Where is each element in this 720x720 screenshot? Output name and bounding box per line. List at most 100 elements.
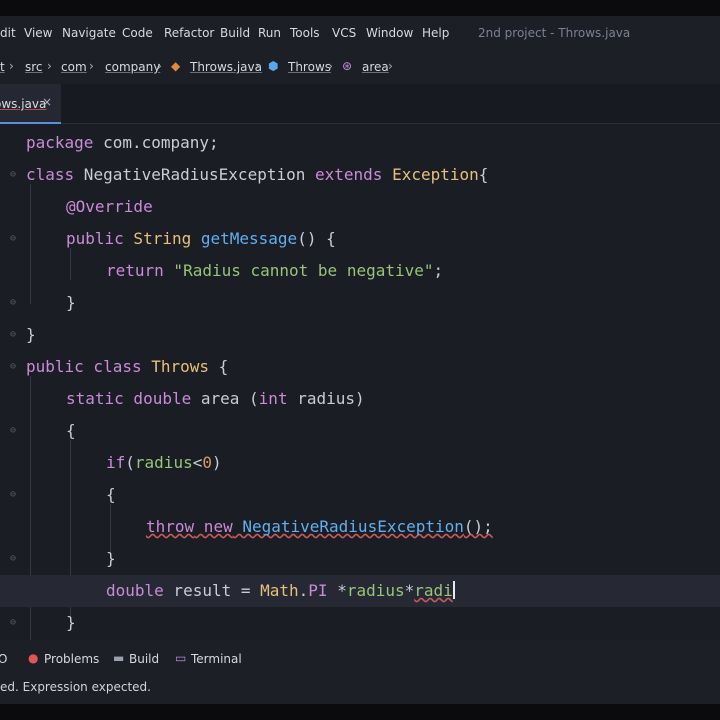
project-title: 2nd project - Throws.java — [478, 26, 631, 40]
chevron-right-icon: › — [255, 59, 260, 73]
code-token: radius — [346, 581, 405, 600]
code-line: if(radius<0) — [0, 447, 720, 479]
code-token: } — [26, 325, 36, 344]
code-line: ⊖ } — [0, 319, 720, 351]
fold-icon[interactable]: ⊖ — [10, 362, 20, 372]
code-token: ; — [433, 261, 444, 280]
tool-window-build[interactable]: Build — [129, 652, 159, 666]
code-token: * — [404, 581, 415, 600]
code-token: () { — [297, 229, 336, 248]
code-token: ) — [211, 453, 222, 472]
tool-window-bar: O ● Problems ▬ Build ▭ Terminal — [0, 640, 720, 674]
code-token: String — [123, 229, 201, 248]
tab-label: ows.java — [0, 97, 47, 111]
terminal-icon: ▭ — [175, 651, 187, 665]
tab-throws-java[interactable]: ows.java × — [0, 84, 61, 124]
code-token: } — [66, 293, 76, 312]
class-icon: ⬢ — [268, 59, 279, 73]
code-line: ⊖ class NegativeRadiusException extends … — [0, 159, 720, 191]
window-top-strip — [0, 0, 720, 16]
code-token: < — [192, 453, 203, 472]
code-token: . — [298, 581, 309, 600]
code-token: radius) — [287, 389, 365, 408]
code-token: extends — [315, 165, 383, 184]
menu-edit[interactable]: dit — [0, 26, 16, 40]
fold-icon[interactable]: ⊖ — [10, 490, 20, 500]
code-line: @Override — [0, 191, 720, 223]
code-token: public — [66, 229, 124, 248]
menu-view[interactable]: View — [24, 26, 52, 40]
breadcrumb-company[interactable]: company — [105, 60, 160, 74]
code-token: { — [209, 357, 229, 376]
code-token: com.company; — [93, 133, 219, 152]
breadcrumb-method[interactable]: area — [362, 60, 389, 74]
code-token: Exception — [382, 165, 479, 184]
code-token: (); — [463, 517, 493, 536]
code-token: * — [327, 581, 347, 600]
code-token: NegativeRadiusException — [74, 165, 315, 184]
window-bottom-strip — [0, 704, 720, 720]
text-caret — [452, 581, 455, 599]
code-token: radi — [414, 581, 453, 600]
menu-help[interactable]: Help — [422, 26, 449, 40]
chevron-right-icon: › — [47, 59, 52, 73]
menu-navigate[interactable]: Navigate — [62, 26, 116, 40]
code-line: ⊖ { — [0, 479, 720, 511]
code-line: throw new NegativeRadiusException(); — [0, 511, 720, 543]
fold-icon[interactable]: ⊖ — [10, 426, 20, 436]
chevron-right-icon: › — [89, 59, 94, 73]
tool-window-terminal[interactable]: Terminal — [191, 652, 242, 666]
breadcrumb-com[interactable]: com — [61, 60, 87, 74]
menu-run[interactable]: Run — [258, 26, 281, 40]
current-code-line: double result = Math.PI *radius*radi — [0, 575, 720, 607]
code-token: } — [66, 613, 76, 632]
code-token: @Override — [66, 197, 153, 216]
chevron-right-icon: › — [157, 59, 162, 73]
code-token: radius — [134, 453, 193, 472]
breadcrumb-file[interactable]: Throws.java — [190, 60, 262, 74]
code-token: Math — [260, 581, 299, 600]
code-token: result = — [163, 581, 261, 600]
editor-tabs: ows.java × — [0, 84, 720, 124]
build-icon: ▬ — [113, 651, 125, 665]
fold-icon[interactable]: ⊖ — [10, 554, 20, 564]
status-bar: ed. Expression expected. — [0, 674, 720, 704]
code-token: { — [66, 421, 76, 440]
breadcrumb-src[interactable]: src — [25, 60, 43, 74]
code-token: double — [123, 389, 192, 408]
fold-icon[interactable]: ⊖ — [10, 170, 20, 180]
chevron-right-icon: › — [9, 59, 14, 73]
code-token: PI — [308, 581, 328, 600]
code-token: static — [66, 389, 124, 408]
chevron-right-icon: › — [328, 59, 333, 73]
menu-window[interactable]: Window — [366, 26, 413, 40]
fold-icon[interactable]: ⊖ — [10, 618, 20, 628]
menu-code[interactable]: Code — [122, 26, 153, 40]
code-line: ⊖ { — [0, 415, 720, 447]
tool-window-problems[interactable]: Problems — [44, 652, 99, 666]
breadcrumb-project[interactable]: t — [0, 60, 5, 74]
fold-icon[interactable]: ⊖ — [10, 330, 20, 340]
close-icon[interactable]: × — [42, 95, 52, 109]
code-token: { — [106, 485, 116, 504]
code-token: int — [258, 389, 288, 408]
code-token: double — [106, 581, 164, 600]
code-token: new — [194, 517, 233, 536]
breadcrumb: t › src › com › company › ◆ Throws.java … — [0, 50, 720, 84]
tool-window-todo[interactable]: O — [0, 652, 7, 666]
breadcrumb-class[interactable]: Throws — [288, 60, 331, 74]
code-line: static double area (int radius) — [0, 383, 720, 415]
code-token: getMessage — [200, 229, 298, 248]
chevron-right-icon: › — [388, 59, 393, 73]
java-file-icon: ◆ — [171, 59, 181, 73]
menu-tools[interactable]: Tools — [290, 26, 320, 40]
code-editor[interactable]: package com.company; ⊖ class NegativeRad… — [0, 124, 720, 640]
menu-vcs[interactable]: VCS — [332, 26, 356, 40]
fold-icon[interactable]: ⊖ — [10, 234, 20, 244]
menu-refactor[interactable]: Refactor — [164, 26, 214, 40]
code-token: area — [191, 389, 240, 408]
code-token: ( — [239, 389, 259, 408]
code-token: NegativeRadiusException — [232, 517, 464, 536]
menu-build[interactable]: Build — [220, 26, 250, 40]
fold-icon[interactable]: ⊖ — [10, 298, 20, 308]
